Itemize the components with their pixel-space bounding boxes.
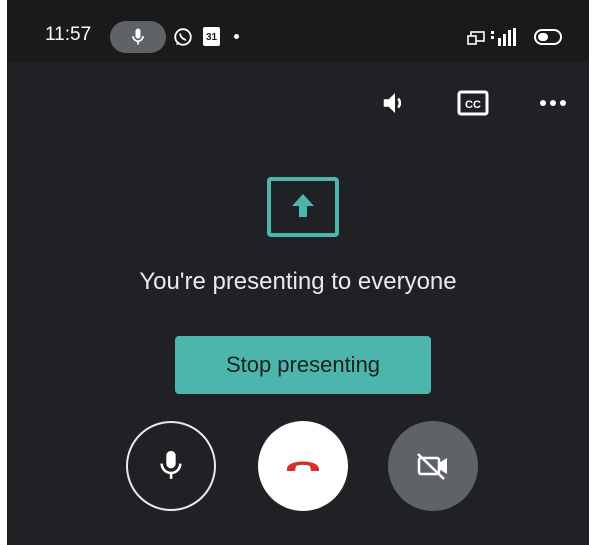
meeting-screen: 11:57 31 CC You're presenting to everyon… bbox=[7, 0, 589, 545]
status-bar: 11:57 31 bbox=[7, 0, 589, 62]
battery-icon bbox=[534, 29, 562, 45]
microphone-button[interactable] bbox=[126, 421, 216, 511]
presenting-message: You're presenting to everyone bbox=[139, 268, 457, 295]
stop-presenting-button[interactable]: Stop presenting bbox=[175, 336, 431, 394]
mic-active-icon bbox=[110, 21, 166, 53]
svg-text:CC: CC bbox=[465, 99, 481, 111]
cast-icon bbox=[467, 31, 485, 45]
notification-dot bbox=[234, 34, 239, 39]
status-time: 11:57 bbox=[45, 24, 92, 45]
end-call-icon bbox=[287, 461, 319, 471]
signal-icon bbox=[491, 28, 516, 46]
camera-off-icon bbox=[417, 453, 447, 480]
more-options-icon[interactable] bbox=[533, 86, 573, 120]
calendar-day: 31 bbox=[205, 32, 218, 43]
end-call-button[interactable] bbox=[258, 421, 348, 511]
whatsapp-icon bbox=[174, 28, 192, 46]
camera-toggle-button[interactable] bbox=[388, 421, 478, 511]
microphone-icon bbox=[160, 450, 182, 479]
volume-icon[interactable] bbox=[375, 86, 415, 120]
calendar-icon: 31 bbox=[203, 27, 220, 46]
present-screen-icon bbox=[267, 177, 339, 237]
closed-captions-icon[interactable]: CC bbox=[453, 86, 493, 120]
